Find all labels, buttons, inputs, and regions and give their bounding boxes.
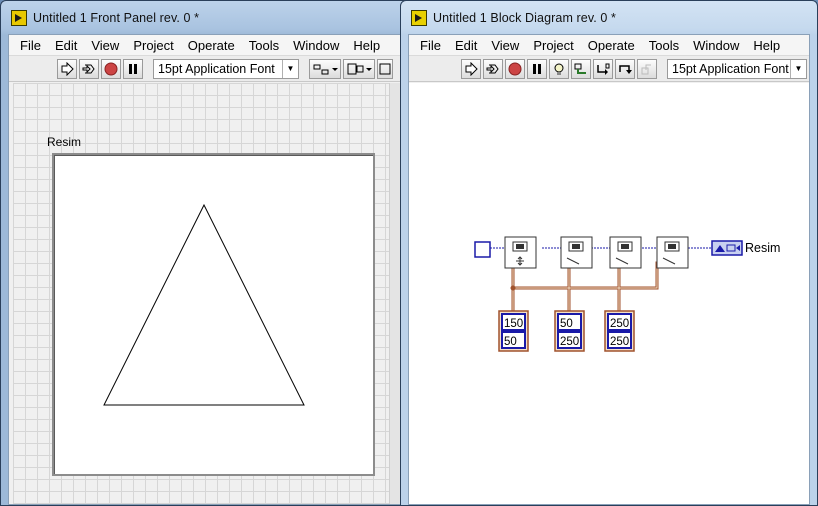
menu-help[interactable]: Help (346, 38, 387, 53)
empty-picture-constant[interactable] (474, 241, 491, 258)
menu-tools[interactable]: Tools (642, 38, 686, 53)
step-over-button[interactable] (615, 58, 635, 79)
block-diagram-menubar: File Edit View Project Operate Tools Win… (409, 35, 809, 56)
front-panel-titlebar[interactable]: Untitled 1 Front Panel rev. 0 * (1, 1, 409, 34)
retain-wire-values-icon (574, 63, 586, 74)
draw-line-vi-2[interactable] (609, 236, 642, 269)
triangle-shape (103, 203, 305, 406)
lightbulb-icon (554, 63, 564, 75)
block-diagram-window: Untitled 1 Block Diagram rev. 0 * File E… (400, 0, 818, 506)
front-panel-client: File Edit View Project Operate Tools Win… (8, 34, 402, 505)
retain-wire-values-button[interactable] (571, 58, 591, 79)
distribute-objects-button[interactable] (343, 58, 375, 79)
chevron-down-icon: ▼ (790, 59, 806, 78)
point-2-x: 50 (560, 318, 573, 330)
stop-icon (104, 62, 118, 75)
menu-window[interactable]: Window (286, 38, 346, 53)
picture-indicator[interactable] (52, 153, 375, 476)
indicator-label: Resim (745, 241, 780, 255)
menu-help[interactable]: Help (746, 38, 787, 53)
draw-line-vi-1[interactable] (560, 236, 593, 269)
pause-button[interactable] (123, 58, 143, 79)
pause-icon (533, 63, 541, 74)
run-arrow-icon (61, 61, 74, 76)
step-into-icon (597, 63, 610, 75)
front-panel-title: Untitled 1 Front Panel rev. 0 * (33, 10, 200, 25)
step-out-button[interactable] (637, 58, 657, 79)
labview-app-icon (11, 9, 27, 26)
point-3-x: 250 (610, 318, 629, 330)
block-diagram-client: File Edit View Project Operate Tools Win… (408, 34, 810, 505)
menu-edit[interactable]: Edit (448, 38, 484, 53)
run-button[interactable] (57, 58, 77, 79)
font-selector-value: 15pt Application Font (672, 61, 789, 76)
menu-view[interactable]: View (84, 38, 126, 53)
font-selector[interactable]: 15pt Application Font ▼ (667, 58, 807, 79)
triangle-drawing (103, 203, 305, 406)
point-1-x: 150 (504, 318, 523, 330)
step-out-icon (641, 64, 651, 74)
menu-file[interactable]: File (13, 38, 48, 53)
chevron-down-icon: ▼ (282, 59, 298, 78)
run-continuously-button[interactable] (79, 58, 99, 79)
run-arrow-icon (465, 61, 478, 76)
resize-objects-button[interactable] (377, 58, 393, 79)
picture-indicator-terminal[interactable] (711, 240, 743, 256)
step-into-button[interactable] (593, 58, 613, 79)
block-diagram-title: Untitled 1 Block Diagram rev. 0 * (433, 10, 616, 25)
point-1-y: 50 (504, 336, 517, 348)
run-continuously-icon (82, 64, 95, 73)
point-2-y: 250 (560, 336, 579, 348)
wire-junction (510, 285, 516, 291)
align-objects-icon (313, 64, 338, 74)
front-panel-menubar: File Edit View Project Operate Tools Win… (9, 35, 401, 56)
block-diagram-titlebar[interactable]: Untitled 1 Block Diagram rev. 0 * (401, 1, 817, 34)
stop-icon (508, 62, 522, 75)
pause-icon (129, 63, 137, 74)
highlight-execution-button[interactable] (549, 58, 569, 79)
point-3-y: 250 (610, 336, 629, 348)
menu-tools[interactable]: Tools (242, 38, 286, 53)
font-selector[interactable]: 15pt Application Font ▼ (153, 58, 299, 79)
menu-window[interactable]: Window (686, 38, 746, 53)
align-objects-button[interactable] (309, 58, 341, 79)
block-diagram-graph: Resim 150 50 50 250 250 250 (474, 236, 780, 352)
labview-app-icon (411, 9, 427, 26)
run-button[interactable] (461, 58, 481, 79)
front-panel-toolbar: 15pt Application Font ▼ (9, 56, 401, 82)
resize-objects-icon (379, 63, 391, 74)
run-continuously-icon (486, 64, 499, 73)
abort-button[interactable] (101, 58, 121, 79)
distribute-objects-icon (347, 63, 372, 74)
font-selector-value: 15pt Application Font (158, 61, 275, 76)
block-diagram-toolbar: 15pt Application Font ▼ (409, 56, 809, 82)
draw-line-vi-3[interactable] (656, 236, 689, 269)
abort-button[interactable] (505, 58, 525, 79)
menu-file[interactable]: File (413, 38, 448, 53)
menu-operate[interactable]: Operate (181, 38, 242, 53)
step-over-icon (619, 64, 632, 74)
run-continuously-button[interactable] (483, 58, 503, 79)
front-panel-window: Untitled 1 Front Panel rev. 0 * File Edi… (0, 0, 410, 506)
picture-control-label: Resim (47, 135, 82, 149)
menu-operate[interactable]: Operate (581, 38, 642, 53)
block-diagram-canvas[interactable]: Resim 150 50 50 250 250 250 (409, 83, 809, 504)
menu-project[interactable]: Project (126, 38, 180, 53)
pause-button[interactable] (527, 58, 547, 79)
move-pen-vi[interactable] (504, 236, 537, 269)
menu-project[interactable]: Project (526, 38, 580, 53)
menu-view[interactable]: View (484, 38, 526, 53)
menu-edit[interactable]: Edit (48, 38, 84, 53)
